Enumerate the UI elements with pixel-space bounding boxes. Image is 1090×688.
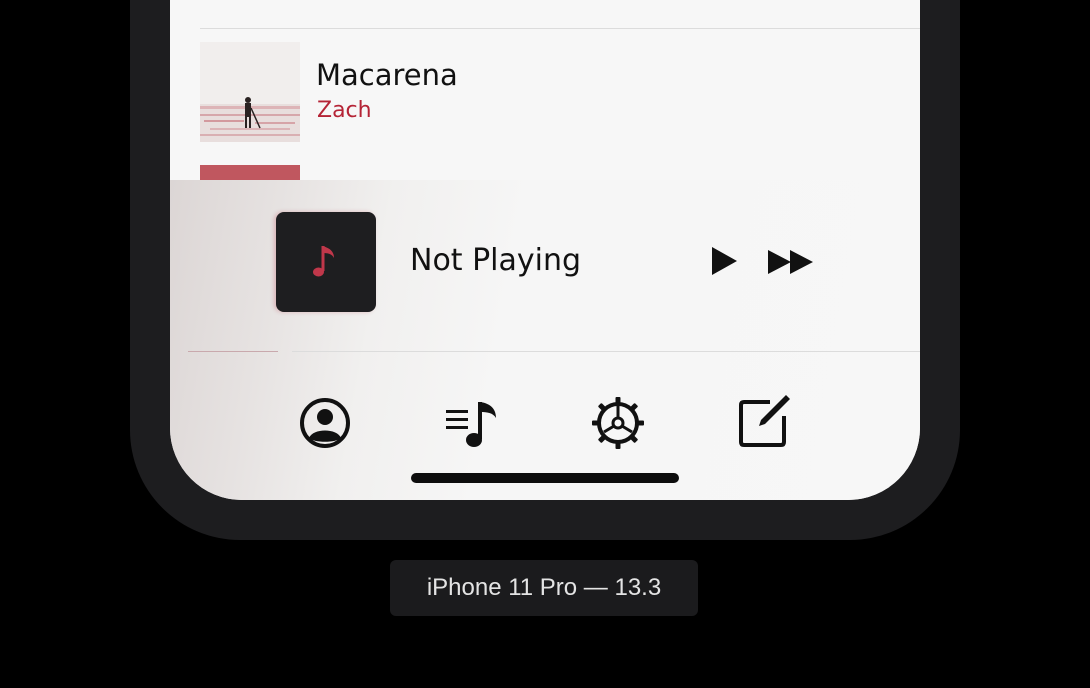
tab-profile[interactable] — [298, 396, 352, 454]
now-playing-title: Not Playing — [410, 243, 582, 278]
tab-compose[interactable] — [738, 392, 792, 452]
now-playing-artwork — [276, 212, 376, 312]
gear-icon — [592, 397, 644, 449]
device-label: iPhone 11 Pro — 13.3 — [390, 560, 698, 616]
play-button[interactable] — [710, 246, 738, 280]
tab-settings[interactable] — [591, 396, 645, 454]
tab-library[interactable] — [444, 398, 500, 454]
person-circle-icon — [300, 398, 350, 448]
music-note-icon — [313, 246, 334, 277]
list-item[interactable]: Macarena Zach — [170, 28, 920, 164]
album-art — [200, 42, 300, 142]
fast-forward-icon — [768, 250, 813, 274]
song-title: Macarena — [316, 58, 458, 92]
song-artist: Zach — [317, 98, 372, 123]
mini-player[interactable]: Not Playing — [170, 180, 920, 500]
list-item[interactable] — [170, 0, 920, 20]
compose-icon — [739, 395, 790, 447]
separator — [292, 351, 920, 352]
separator — [188, 351, 278, 352]
fast-forward-button[interactable] — [767, 249, 815, 279]
play-icon — [712, 247, 737, 275]
phone-screen: Macarena Zach Not Playing — [170, 0, 920, 500]
music-list-icon — [446, 402, 496, 447]
home-indicator[interactable] — [411, 473, 679, 483]
